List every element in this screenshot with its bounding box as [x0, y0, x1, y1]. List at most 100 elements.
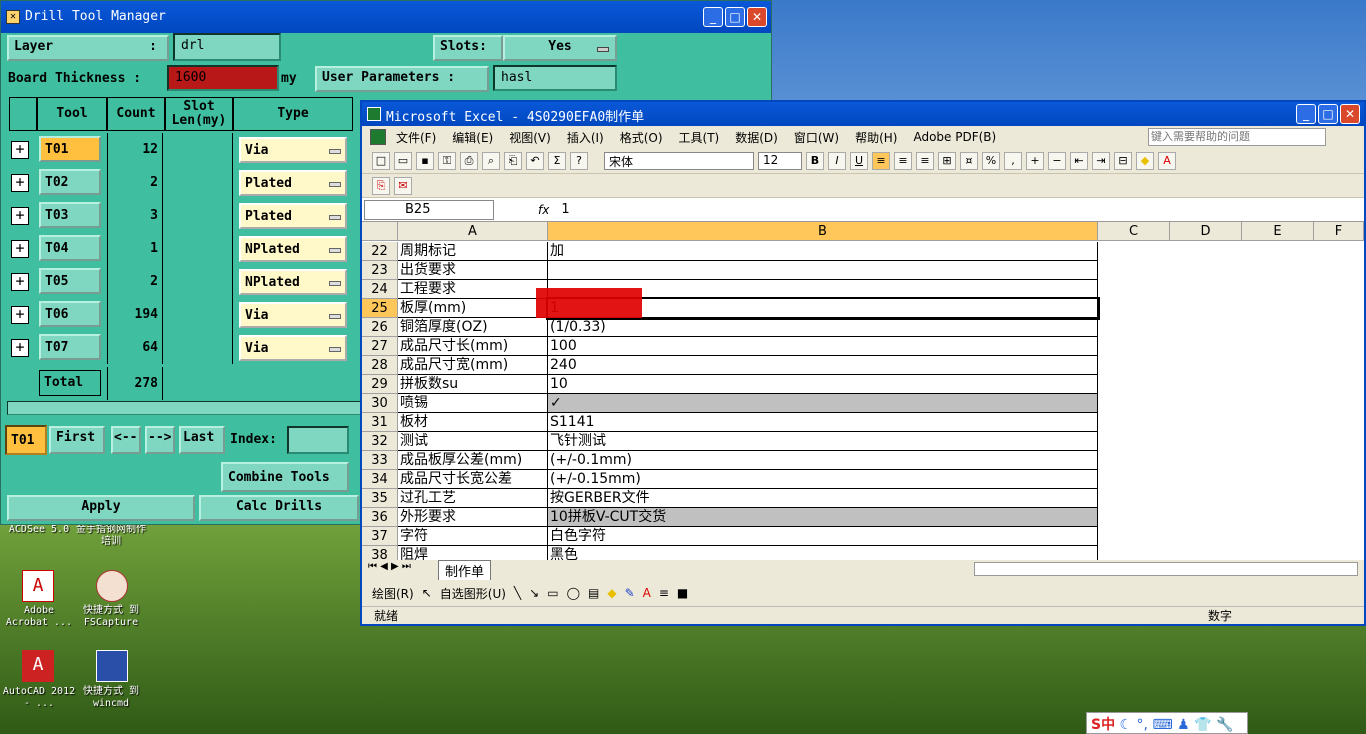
row-header[interactable]: 32: [362, 432, 398, 451]
row-header[interactable]: 33: [362, 451, 398, 470]
name-box[interactable]: B25: [364, 199, 494, 220]
excel-doc-icon[interactable]: [370, 129, 386, 145]
minimize-button[interactable]: _: [703, 7, 723, 27]
row-header[interactable]: 23: [362, 261, 398, 280]
row-header[interactable]: 37: [362, 527, 398, 546]
cell-b[interactable]: (1/0.33): [548, 318, 1098, 337]
title-bar[interactable]: Microsoft Excel - 4S0290EFA0制作单 _ □ ✕: [362, 102, 1364, 126]
cell-a[interactable]: 板厚(mm): [398, 299, 548, 318]
menu-format[interactable]: 格式(O): [620, 129, 663, 146]
row-header[interactable]: 34: [362, 470, 398, 489]
expand-icon[interactable]: +: [11, 207, 29, 225]
cell-a[interactable]: 板材: [398, 413, 548, 432]
column-header-e[interactable]: E: [1242, 222, 1314, 241]
align-center-icon[interactable]: ≡: [894, 151, 912, 170]
expand-icon[interactable]: +: [11, 273, 29, 291]
menu-file[interactable]: 文件(F): [396, 129, 436, 146]
column-header-b[interactable]: B: [548, 222, 1098, 241]
pdf-convert-icon[interactable]: ⎘: [372, 176, 390, 195]
type-dropdown[interactable]: NPlated: [239, 236, 347, 262]
menu-adobe-pdf[interactable]: Adobe PDF(B): [913, 130, 996, 144]
font-size-select[interactable]: 12: [758, 151, 802, 170]
row-header[interactable]: 26: [362, 318, 398, 337]
cell-b[interactable]: 加: [548, 242, 1098, 261]
cell-a[interactable]: 成品尺寸长(mm): [398, 337, 548, 356]
type-dropdown[interactable]: Via: [239, 335, 347, 361]
borders-icon[interactable]: ⊟: [1114, 151, 1132, 170]
preview-icon[interactable]: ⌕: [482, 151, 500, 170]
font-color-icon[interactable]: A: [643, 586, 651, 600]
select-all-corner[interactable]: [362, 222, 398, 241]
close-button[interactable]: ✕: [1340, 104, 1360, 124]
close-button[interactable]: ✕: [747, 7, 767, 27]
help-icon[interactable]: ?: [570, 151, 588, 170]
type-dropdown[interactable]: NPlated: [239, 269, 347, 295]
layer-input[interactable]: drl: [173, 33, 281, 61]
tool-button[interactable]: T07: [39, 334, 101, 360]
cell-a[interactable]: 拼板数su: [398, 375, 548, 394]
menu-help[interactable]: 帮助(H): [855, 129, 897, 146]
cell-b[interactable]: [548, 261, 1098, 280]
comma-icon[interactable]: ,: [1004, 151, 1022, 170]
percent-icon[interactable]: %: [982, 151, 1000, 170]
menu-insert[interactable]: 插入(I): [567, 129, 604, 146]
tool-button[interactable]: T05: [39, 268, 101, 294]
open-icon[interactable]: ▭: [394, 151, 412, 170]
cell-a[interactable]: 成品尺寸宽(mm): [398, 356, 548, 375]
increase-decimal-icon[interactable]: +: [1026, 151, 1044, 170]
oval-icon[interactable]: ◯: [567, 586, 580, 600]
type-dropdown[interactable]: Plated: [239, 203, 347, 229]
fill-color-icon[interactable]: ◆: [1136, 151, 1154, 170]
cell-a[interactable]: 周期标记: [398, 242, 548, 261]
row-header[interactable]: 29: [362, 375, 398, 394]
new-icon[interactable]: □: [372, 151, 390, 170]
minimize-button[interactable]: _: [1296, 104, 1316, 124]
row-header[interactable]: 31: [362, 413, 398, 432]
row-header[interactable]: 27: [362, 337, 398, 356]
sheet-nav-icons[interactable]: ⏮ ◀ ▶ ⏭: [368, 561, 411, 572]
row-header[interactable]: 36: [362, 508, 398, 527]
currency-icon[interactable]: ¤: [960, 151, 978, 170]
cell-a[interactable]: 铜箔厚度(OZ): [398, 318, 548, 337]
tray-icons[interactable]: ☾ °, ⌨ ♟ 👕 🔧: [1120, 717, 1234, 733]
cell-a[interactable]: 成品板厚公差(mm): [398, 451, 548, 470]
function-icon[interactable]: fx: [538, 203, 549, 217]
column-header-c[interactable]: C: [1098, 222, 1170, 241]
slots-dropdown[interactable]: Yes: [503, 35, 617, 61]
save-icon[interactable]: ▪: [416, 151, 434, 170]
row-header[interactable]: 25: [362, 299, 398, 318]
layer-button[interactable]: Layer :: [7, 35, 169, 61]
cell-b[interactable]: 100: [548, 337, 1098, 356]
cell-a[interactable]: 工程要求: [398, 280, 548, 299]
menu-edit[interactable]: 编辑(E): [452, 129, 493, 146]
italic-icon[interactable]: I: [828, 151, 846, 170]
menu-view[interactable]: 视图(V): [509, 129, 551, 146]
menu-tools[interactable]: 工具(T): [679, 129, 720, 146]
align-right-icon[interactable]: ≡: [916, 151, 934, 170]
ime-indicator[interactable]: S中: [1091, 717, 1115, 733]
cell-b[interactable]: 按GERBER文件: [548, 489, 1098, 508]
last-button[interactable]: Last: [179, 426, 225, 454]
arrow-icon[interactable]: ↘: [529, 586, 539, 600]
index-input[interactable]: [287, 426, 349, 454]
maximize-button[interactable]: □: [725, 7, 745, 27]
cell-b[interactable]: 黑色: [548, 546, 1098, 560]
font-color-icon[interactable]: A: [1158, 151, 1176, 170]
expand-icon[interactable]: +: [11, 306, 29, 324]
menu-data[interactable]: 数据(D): [735, 129, 778, 146]
tool-button[interactable]: T04: [39, 235, 101, 261]
align-left-icon[interactable]: ≡: [872, 151, 890, 170]
undo-icon[interactable]: ↶: [526, 151, 544, 170]
rectangle-icon[interactable]: ▭: [547, 586, 558, 600]
horizontal-scrollbar[interactable]: [974, 562, 1358, 576]
cell-b[interactable]: ✓: [548, 394, 1098, 413]
sum-icon[interactable]: Σ: [548, 151, 566, 170]
expand-icon[interactable]: +: [11, 339, 29, 357]
line-icon[interactable]: ╲: [514, 586, 521, 600]
cell-a[interactable]: 过孔工艺: [398, 489, 548, 508]
cell-b[interactable]: 240: [548, 356, 1098, 375]
expand-icon[interactable]: +: [11, 141, 29, 159]
user-parameters-button[interactable]: User Parameters :: [315, 66, 489, 92]
fill-color-icon[interactable]: ◆: [607, 586, 616, 600]
tool-button[interactable]: T03: [39, 202, 101, 228]
